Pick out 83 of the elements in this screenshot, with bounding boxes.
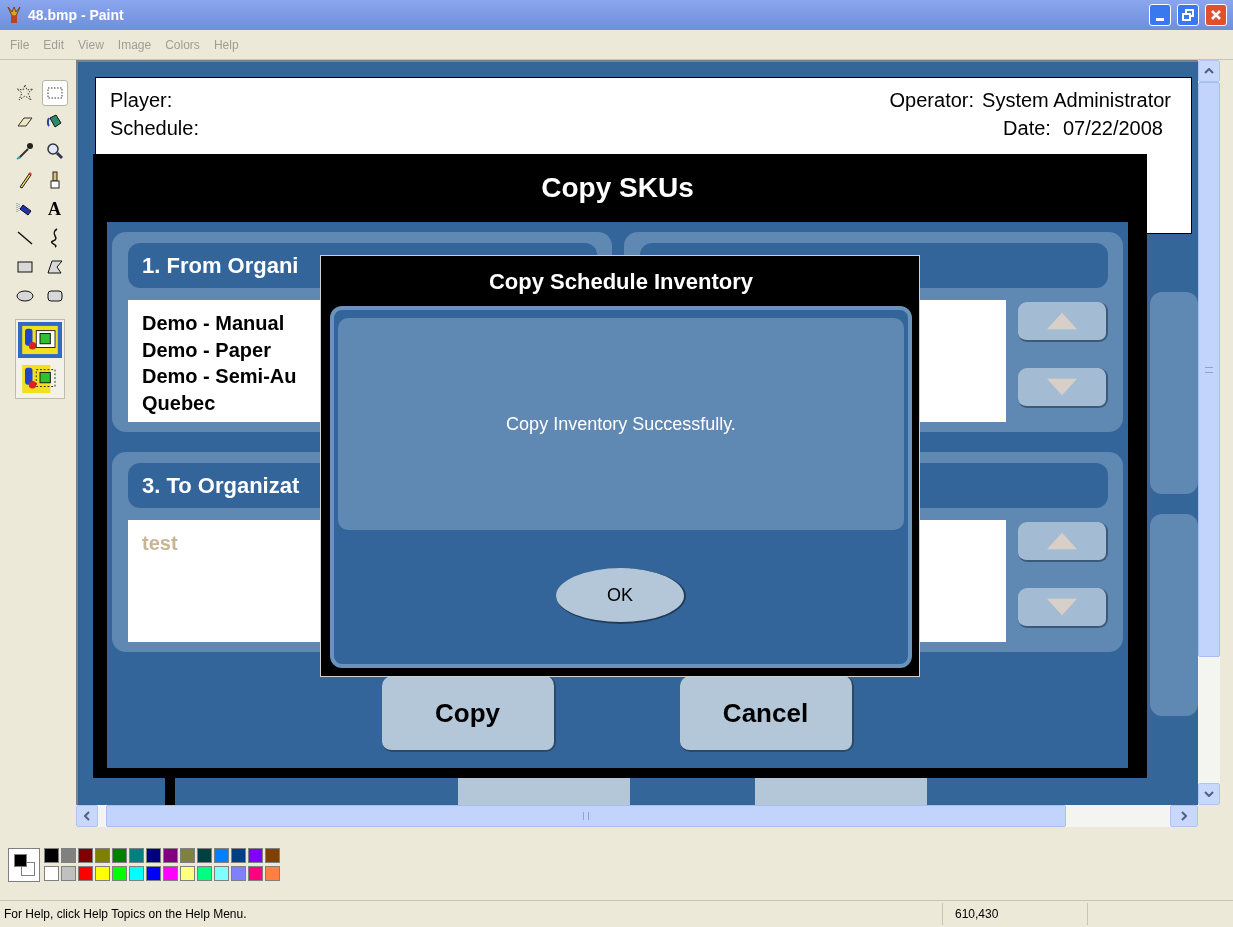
close-button[interactable] [1205,4,1227,26]
panel-heading: 1. From Organi [142,252,299,280]
color-swatch[interactable] [61,848,76,863]
menu-item[interactable]: Edit [43,35,65,54]
color-swatch[interactable] [61,866,76,881]
color-swatch[interactable] [180,848,195,863]
color-swatch[interactable] [78,866,93,881]
color-swatch[interactable] [129,866,144,881]
minimize-button[interactable] [1149,4,1171,26]
copy-button[interactable]: Copy [381,676,556,752]
color-swatch[interactable] [146,848,161,863]
foreground-color-swatch[interactable] [14,854,27,867]
transparency-option[interactable] [18,321,62,358]
menu-item[interactable]: View [78,35,104,54]
color-swatch[interactable] [248,866,263,881]
color-swatch[interactable] [214,848,229,863]
triangle-down-icon [1045,597,1079,617]
color-swatch[interactable] [95,866,110,881]
panel-heading: 3. To Organizat [142,472,300,500]
menu-item[interactable]: File [10,35,30,54]
player-label: Player: [110,88,174,113]
scroll-left-button[interactable] [76,805,98,827]
menu-item[interactable]: Help [213,35,239,54]
dialog-message: Copy Inventory Successfully. [506,412,736,436]
color-swatch[interactable] [163,866,178,881]
color-swatch[interactable] [197,866,212,881]
scroll-down-button[interactable] [1198,783,1220,805]
line-icon [15,228,35,248]
scroll-up-button[interactable] [1198,60,1220,82]
color-swatch[interactable] [180,866,195,881]
chevron-up-icon [1204,68,1214,74]
triangle-up-icon [1045,531,1079,551]
window-title: 48.bmp - Paint [28,5,124,25]
operator-label: Operator: [889,88,975,113]
color-swatch[interactable] [146,866,161,881]
color-swatch[interactable] [231,848,246,863]
color-swatch[interactable] [44,848,59,863]
scroll-up-button[interactable] [1018,522,1108,562]
color-swatch[interactable] [95,848,110,863]
color-swatch[interactable] [78,848,93,863]
scroll-thumb[interactable] [1198,82,1220,657]
tool-button[interactable]: A [41,196,68,222]
date-value: 07/22/2008 [1062,116,1163,141]
color-swatch[interactable] [112,866,127,881]
status-text: For Help, click Help Topics on the Help Menu. [3,906,248,923]
date-label: Date: [1003,116,1051,141]
menu-item[interactable]: Colors [165,35,200,54]
close-icon [1210,9,1222,21]
window-title: Copy SKUs [541,171,694,205]
color-swatch[interactable] [231,866,246,881]
color-swatch[interactable] [163,848,178,863]
scroll-down-button[interactable] [1018,588,1108,628]
dialog-title: Copy Schedule Inventory [488,267,754,296]
operator-value: System Administrator [982,88,1171,113]
cursor-coordinates: 610,430 [942,903,1087,925]
scroll-right-button[interactable] [1170,805,1198,827]
color-swatch[interactable] [265,866,280,881]
free-select-icon [15,83,35,103]
chevron-left-icon [84,811,90,821]
menu-item[interactable]: Image [117,35,152,54]
eyedropper-icon [15,141,35,161]
ok-button[interactable]: OK [556,568,686,624]
paint-app-icon [6,6,22,24]
scroll-up-button[interactable] [1018,302,1108,342]
chevron-right-icon [1181,811,1187,821]
color-swatch[interactable] [265,848,280,863]
magnifier-icon [44,141,65,161]
color-swatch[interactable] [248,848,263,863]
color-swatch[interactable] [214,866,229,881]
color-swatch[interactable] [44,866,59,881]
polygon-icon [44,257,65,277]
triangle-up-icon [1045,311,1079,331]
color-selector[interactable] [8,848,40,882]
chevron-down-icon [1204,791,1214,797]
cancel-button[interactable]: Cancel [679,676,854,752]
schedule-label: Schedule: [110,116,199,141]
scroll-down-button[interactable] [1018,368,1108,408]
color-swatch[interactable] [112,848,127,863]
color-swatch[interactable] [129,848,144,863]
color-swatch[interactable] [197,848,212,863]
triangle-down-icon [1045,377,1079,397]
vertical-scrollbar[interactable] [1198,60,1220,805]
restore-button[interactable] [1177,4,1199,26]
